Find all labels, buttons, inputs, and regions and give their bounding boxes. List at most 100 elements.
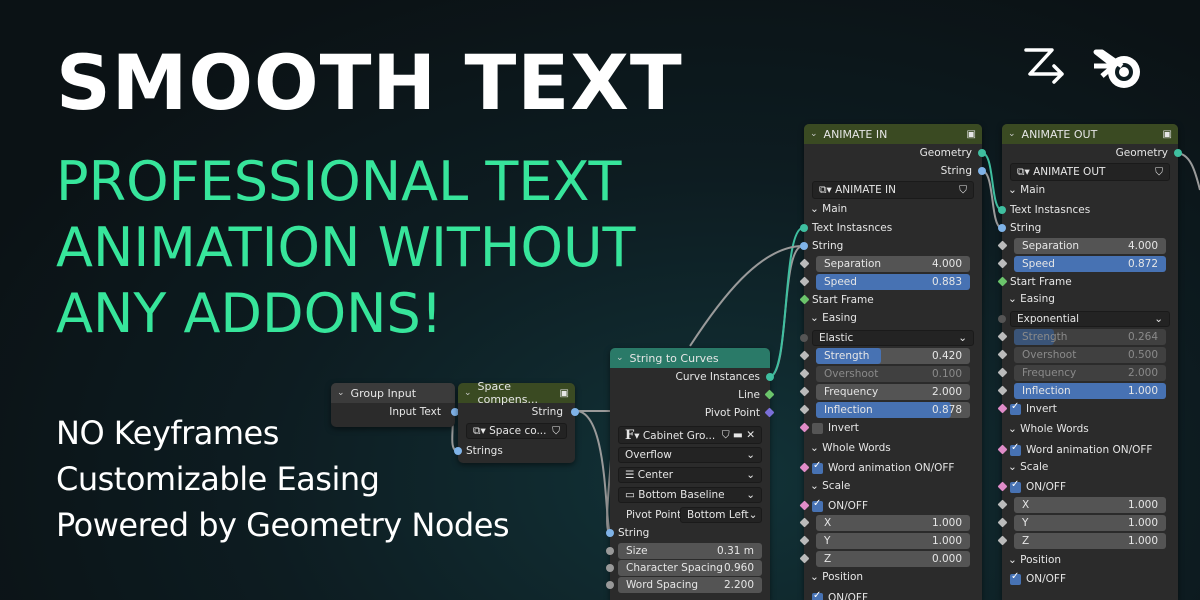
panel-whole-words[interactable]: ⌄ Whole Words	[810, 440, 976, 456]
input-socket-string[interactable]	[606, 529, 614, 537]
output-socket[interactable]	[571, 408, 579, 416]
fake-user-shield-icon[interactable]: ⛉	[959, 184, 967, 197]
checkbox-checked-icon[interactable]	[812, 498, 823, 512]
separation-field[interactable]: Separation 4.000	[1014, 238, 1166, 254]
close-icon[interactable]: ✕	[746, 429, 755, 441]
size-field[interactable]: Size 0.31 m	[618, 543, 762, 559]
panel-easing[interactable]: ⌄ Easing	[1008, 291, 1172, 307]
inflection-field[interactable]: Inflection 1.000	[1014, 383, 1166, 399]
folder-icon[interactable]: ▬	[733, 429, 743, 441]
input-socket-easing[interactable]	[998, 315, 1006, 323]
word-animation-checkbox[interactable]: Word animation ON/OFF	[1010, 442, 1172, 458]
position-onoff-checkbox[interactable]: ON/OFF	[812, 590, 976, 600]
chevron-down-icon: ⌄	[746, 489, 755, 501]
scale-onoff-checkbox[interactable]: ON/OFF	[812, 498, 976, 514]
node-animate-in[interactable]: ⌄ ANIMATE IN ▣ Geometry String ⧉▾ ANIMAT…	[799, 124, 986, 600]
chevron-down-icon[interactable]: ⌄	[810, 129, 818, 139]
scale-z-field[interactable]: Z 1.000	[1014, 533, 1166, 549]
speed-field[interactable]: Speed 0.883	[816, 274, 970, 290]
fake-user-shield-icon[interactable]: ⛉	[1155, 166, 1163, 179]
scale-y-field[interactable]: Y 1.000	[1014, 515, 1166, 531]
align-y-dropdown[interactable]: ▭ Bottom Baseline ⌄	[618, 487, 762, 503]
input-socket[interactable]	[454, 447, 462, 455]
input-text-instances: Text Instasnces	[812, 222, 893, 234]
frequency-field[interactable]: Frequency 2.000	[1014, 365, 1166, 381]
overshoot-field[interactable]: Overshoot 0.100	[816, 366, 970, 382]
easing-dropdown[interactable]: Exponential ⌄	[1010, 311, 1170, 327]
fake-user-shield-icon[interactable]: ⛉	[722, 429, 730, 441]
node-space-compensation[interactable]: ⌄ Space compens... ▣ String ⧉▾ Space co.…	[454, 380, 579, 463]
panel-scale[interactable]: ⌄ Scale	[1008, 459, 1172, 475]
input-socket-string[interactable]	[800, 242, 808, 250]
chevron-down-icon: ⌄	[1008, 554, 1021, 566]
pivot-point-dropdown[interactable]: Bottom Left ⌄	[680, 507, 762, 523]
datablock-selector[interactable]: ⧉▾ ANIMATE OUT ⛉	[1010, 163, 1170, 181]
input-socket-string[interactable]	[998, 224, 1006, 232]
chevron-down-icon: ⌄	[958, 332, 967, 344]
input-socket-char-spacing[interactable]	[606, 564, 614, 572]
chevron-down-icon[interactable]: ⌄	[464, 388, 472, 398]
checkbox-checked-icon[interactable]	[1010, 571, 1021, 585]
output-socket-geometry[interactable]	[978, 149, 986, 157]
checkbox-checked-icon[interactable]	[812, 590, 823, 600]
scale-onoff-checkbox[interactable]: ON/OFF	[1010, 479, 1172, 495]
chevron-down-icon: ⌄	[748, 509, 758, 521]
datablock-selector[interactable]: ⧉▾ Space co... ⛉	[466, 423, 567, 439]
align-x-dropdown[interactable]: ☰ Center ⌄	[618, 467, 762, 483]
node-group-input[interactable]: ⌄ Group Input Input Text	[331, 383, 459, 427]
speed-field[interactable]: Speed 0.872	[1014, 256, 1166, 272]
panel-position[interactable]: ⌄ Position	[810, 569, 976, 585]
overshoot-field[interactable]: Overshoot 0.500	[1014, 347, 1166, 363]
inflection-field[interactable]: Inflection 0.878	[816, 402, 970, 418]
scale-x-field[interactable]: X 1.000	[1014, 497, 1166, 513]
output-string: String	[940, 165, 972, 177]
node-string-to-curves[interactable]: ⌄ String to Curves Curve Instances Line …	[606, 348, 775, 600]
input-socket-word-spacing[interactable]	[606, 581, 614, 589]
output-socket-curve-instances[interactable]	[766, 373, 774, 381]
node-tree-icon: ⧉▾	[819, 183, 836, 196]
panel-main[interactable]: ⌄ Main	[810, 201, 976, 217]
panel-scale[interactable]: ⌄ Scale	[810, 478, 976, 494]
fake-user-shield-icon[interactable]: ⛉	[552, 425, 560, 438]
chevron-down-icon[interactable]: ⌄	[616, 353, 624, 363]
output-geometry: Geometry	[1115, 147, 1168, 159]
invert-checkbox[interactable]: Invert	[812, 420, 976, 436]
chevron-down-icon: ⌄	[810, 312, 823, 324]
panel-whole-words[interactable]: ⌄ Whole Words	[1008, 421, 1172, 437]
frequency-field[interactable]: Frequency 2.000	[816, 384, 970, 400]
scale-x-field[interactable]: X 1.000	[816, 515, 970, 531]
input-socket-size[interactable]	[606, 547, 614, 555]
checkbox-checked-icon[interactable]	[812, 460, 823, 474]
easing-dropdown[interactable]: Elastic ⌄	[812, 330, 974, 346]
chevron-down-icon: ⌄	[1008, 293, 1021, 305]
input-socket-text[interactable]	[800, 224, 808, 232]
scale-y-field[interactable]: Y 1.000	[816, 533, 970, 549]
overflow-dropdown[interactable]: Overflow ⌄	[618, 447, 762, 463]
character-spacing-field[interactable]: Character Spacing 0.960	[618, 560, 762, 576]
separation-field[interactable]: Separation 4.000	[816, 256, 970, 272]
chevron-down-icon[interactable]: ⌄	[337, 388, 345, 398]
strength-field[interactable]: Strength 0.420	[816, 348, 970, 364]
checkbox-checked-icon[interactable]	[1010, 401, 1021, 415]
node-animate-out[interactable]: ⌄ ANIMATE OUT ▣ Geometry ⧉▾ ANIMATE OUT …	[997, 124, 1182, 600]
input-socket-text[interactable]	[998, 206, 1006, 214]
datablock-selector[interactable]: ⧉▾ ANIMATE IN ⛉	[812, 181, 974, 199]
panel-easing[interactable]: ⌄ Easing	[810, 310, 976, 326]
scale-z-field[interactable]: Z 0.000	[816, 551, 970, 567]
checkbox-unchecked-icon[interactable]	[812, 422, 823, 434]
word-animation-checkbox[interactable]: Word animation ON/OFF	[812, 460, 976, 476]
output-socket-string[interactable]	[978, 167, 986, 175]
position-onoff-checkbox[interactable]: ON/OFF	[1010, 571, 1172, 587]
checkbox-checked-icon[interactable]	[1010, 442, 1021, 456]
panel-position[interactable]: ⌄ Position	[1008, 552, 1172, 568]
output-socket-geometry[interactable]	[1174, 149, 1182, 157]
word-spacing-field[interactable]: Word Spacing 2.200	[618, 577, 762, 593]
node-title: String to Curves	[629, 351, 719, 365]
input-socket-easing[interactable]	[800, 334, 808, 342]
checkbox-checked-icon[interactable]	[1010, 479, 1021, 493]
strength-field[interactable]: Strength 0.264	[1014, 329, 1166, 345]
font-selector[interactable]: F▾ Cabinet Gro... ⛉ ▬ ✕	[618, 426, 762, 444]
invert-checkbox[interactable]: Invert	[1010, 401, 1172, 417]
panel-main[interactable]: ⌄ Main	[1008, 182, 1172, 198]
chevron-down-icon[interactable]: ⌄	[1008, 129, 1016, 139]
